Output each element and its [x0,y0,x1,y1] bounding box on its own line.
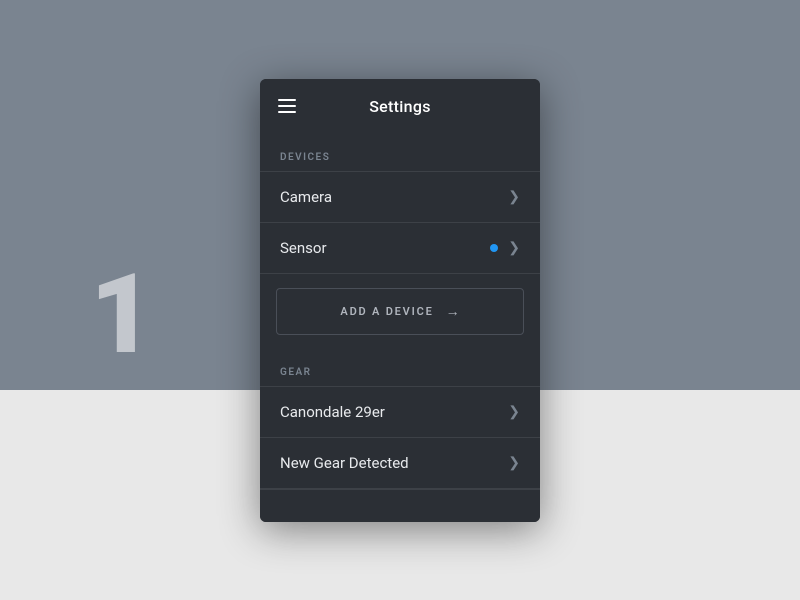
add-device-button[interactable]: ADD A DEVICE → [276,288,524,335]
header: Settings [260,79,540,134]
sensor-chevron-icon: ❯ [508,241,520,255]
canondale-chevron-icon: ❯ [508,405,520,419]
list-item-new-gear-left: New Gear Detected [280,454,409,472]
list-item-sensor-left: Sensor [280,239,327,257]
hamburger-menu-icon[interactable] [278,99,296,113]
canondale-label: Canondale 29er [280,403,385,421]
watermark-number: 1 [90,260,149,370]
add-device-arrow-icon: → [446,303,460,320]
settings-panel: Settings Devices Camera ❯ Sensor ❯ ADD A… [260,79,540,522]
camera-label: Camera [280,188,332,206]
sensor-right: ❯ [490,241,520,255]
list-item-camera[interactable]: Camera ❯ [260,172,540,223]
list-item-sensor[interactable]: Sensor ❯ [260,223,540,274]
list-item-partial [260,489,540,522]
list-item-new-gear[interactable]: New Gear Detected ❯ [260,438,540,489]
list-item-camera-left: Camera [280,188,332,206]
sensor-notification-dot [490,244,498,252]
gear-section-label: Gear [260,349,540,386]
add-device-label: ADD A DEVICE [340,305,433,318]
devices-section-label: Devices [260,134,540,171]
new-gear-label: New Gear Detected [280,454,409,472]
list-item-canondale[interactable]: Canondale 29er ❯ [260,387,540,438]
camera-chevron-icon: ❯ [508,190,520,204]
new-gear-chevron-icon: ❯ [508,456,520,470]
page-title: Settings [369,97,431,116]
sensor-label: Sensor [280,239,327,257]
list-item-canondale-left: Canondale 29er [280,403,385,421]
